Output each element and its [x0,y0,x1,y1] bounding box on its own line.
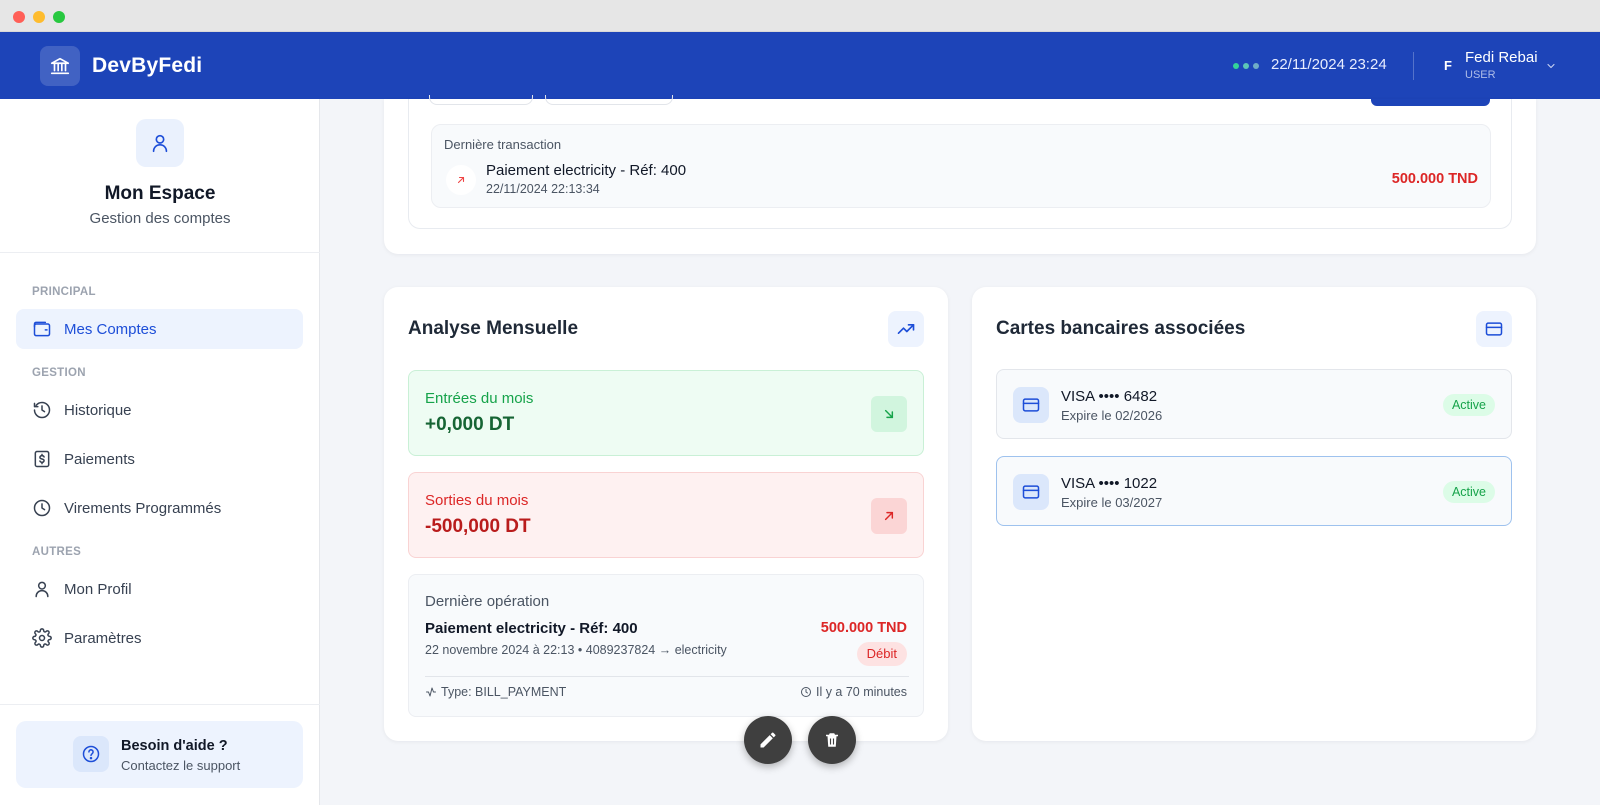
clock-icon [33,499,51,517]
sidebar-item-label: Paramètres [64,629,142,647]
credit-card-icon [1013,474,1049,510]
history-icon [33,401,51,419]
user-icon [35,581,49,598]
section-label-autres: AUTRES [32,546,82,558]
sidebar-item-label: Historique [64,401,132,419]
user-name[interactable]: Fedi Rebai [1465,49,1538,66]
primary-action-button[interactable] [1371,99,1490,106]
help-subtitle: Contactez le support [121,758,241,773]
user-role: USER [1465,69,1496,81]
sidebar-item-mes-comptes[interactable]: Mes Comptes [16,309,303,349]
expense-label: Sorties du mois [425,492,529,509]
last-transaction-box: Dernière transaction Paiement electricit… [431,124,1491,208]
sidebar-divider [0,704,320,705]
user-avatar[interactable]: F [1444,58,1452,73]
sidebar-item-parametres[interactable]: Paramètres [16,618,303,658]
app-header: DevByFedi 22/11/2024 23:24 F Fedi Rebai … [0,32,1600,99]
sidebar-title: Mon Espace [104,183,216,204]
income-label: Entrées du mois [425,390,534,407]
sidebar-item-virements-programmes[interactable]: Virements Programmés [16,488,303,528]
window-titlebar [0,0,1600,32]
sidebar-item-historique[interactable]: Historique [16,390,303,430]
operation-divider [425,676,909,677]
bank-card-number: VISA •••• 6482 [1061,388,1158,405]
last-operation-amount: 500.000 TND [820,620,907,636]
credit-card-icon [1013,387,1049,423]
operation-type: Type: BILL_PAYMENT [425,685,566,699]
wallet-icon [33,321,51,337]
trending-up-icon[interactable] [888,311,924,347]
bank-icon[interactable] [40,46,80,86]
question-icon [73,736,109,772]
trash-icon [826,733,838,747]
sidebar-item-paiements[interactable]: Paiements [16,439,303,479]
brand-name[interactable]: DevByFedi [92,54,202,78]
sidebar-item-mon-profil[interactable]: Mon Profil [16,569,303,609]
minimize-window-button[interactable] [33,11,45,23]
edit-button[interactable] [744,716,792,764]
connection-status-icon [1233,63,1259,69]
bank-card-expiry: Expire le 03/2027 [1061,495,1163,510]
sidebar-item-label: Paiements [64,450,135,468]
sidebar: Mon Espace Gestion des comptes PRINCIPAL… [0,99,320,805]
activity-icon [426,687,436,697]
bank-card-item[interactable]: VISA •••• 6482 Expire le 02/2026 Active [996,369,1512,439]
bank-cards-card: Cartes bancaires associées VISA •••• 648… [972,287,1536,741]
user-icon [136,119,184,167]
maximize-window-button[interactable] [53,11,65,23]
chevron-down-icon[interactable] [1545,59,1557,77]
card-title: Analyse Mensuelle [408,318,579,339]
arrow-up-right-icon [871,498,907,534]
bank-card-number: VISA •••• 1022 [1061,475,1158,492]
monthly-analysis-card: Analyse Mensuelle Entrées du mois +0,000… [384,287,948,741]
operation-time: Il y a 70 minutes [800,685,907,699]
account-details: Dernière transaction Paiement electricit… [408,95,1512,229]
last-transaction-amount: 500.000 TND [1391,171,1478,187]
delete-button[interactable] [808,716,856,764]
last-transaction-label: Dernière transaction [444,137,562,152]
bank-card-expiry: Expire le 02/2026 [1061,408,1163,423]
last-operation-box: Dernière opération Paiement electricity … [408,574,924,717]
sidebar-item-label: Mon Profil [64,580,132,598]
arrow-down-right-icon [871,396,907,432]
header-divider [1413,52,1414,80]
sidebar-subtitle: Gestion des comptes [89,210,231,227]
last-transaction-date: 22/11/2024 22:13:34 [486,182,600,196]
last-operation-label: Dernière opération [425,593,550,610]
status-badge: Active [1442,481,1495,503]
receipt-dollar-icon [34,450,50,468]
expense-value: -500,000 DT [425,516,531,537]
sidebar-item-label: Mes Comptes [64,320,157,338]
account-action-button[interactable] [429,95,533,105]
status-badge: Active [1442,394,1495,416]
arrow-up-right-icon [446,165,476,195]
account-card: Dernière transaction Paiement electricit… [384,95,1536,254]
monthly-income-box: Entrées du mois +0,000 DT [408,370,924,456]
last-operation-meta: 22 novembre 2024 à 22:13 • 4089237824 → … [425,643,727,657]
bank-card-item[interactable]: VISA •••• 1022 Expire le 03/2027 Active [996,456,1512,526]
monthly-expense-box: Sorties du mois -500,000 DT [408,472,924,558]
help-support-box[interactable]: Besoin d'aide ? Contactez le support [16,721,303,788]
section-label-gestion: GESTION [32,367,86,379]
operation-time-text: Il y a 70 minutes [815,685,907,699]
sidebar-item-label: Virements Programmés [64,499,222,517]
last-transaction-title: Paiement electricity - Réf: 400 [486,162,687,179]
gear-icon [32,628,52,648]
debit-badge: Débit [856,642,907,666]
last-operation-title: Paiement electricity - Réf: 400 [425,620,638,637]
pencil-icon [760,732,776,748]
credit-card-icon[interactable] [1476,311,1512,347]
current-datetime: 22/11/2024 23:24 [1271,56,1387,73]
help-title: Besoin d'aide ? [121,738,228,754]
clock-icon [800,687,811,697]
income-value: +0,000 DT [425,414,515,435]
section-label-principal: PRINCIPAL [32,286,96,298]
operation-type-text: Type: BILL_PAYMENT [441,685,567,699]
card-title: Cartes bancaires associées [996,318,1246,339]
sidebar-divider [0,252,320,253]
close-window-button[interactable] [13,11,25,23]
account-action-button[interactable] [545,95,673,105]
